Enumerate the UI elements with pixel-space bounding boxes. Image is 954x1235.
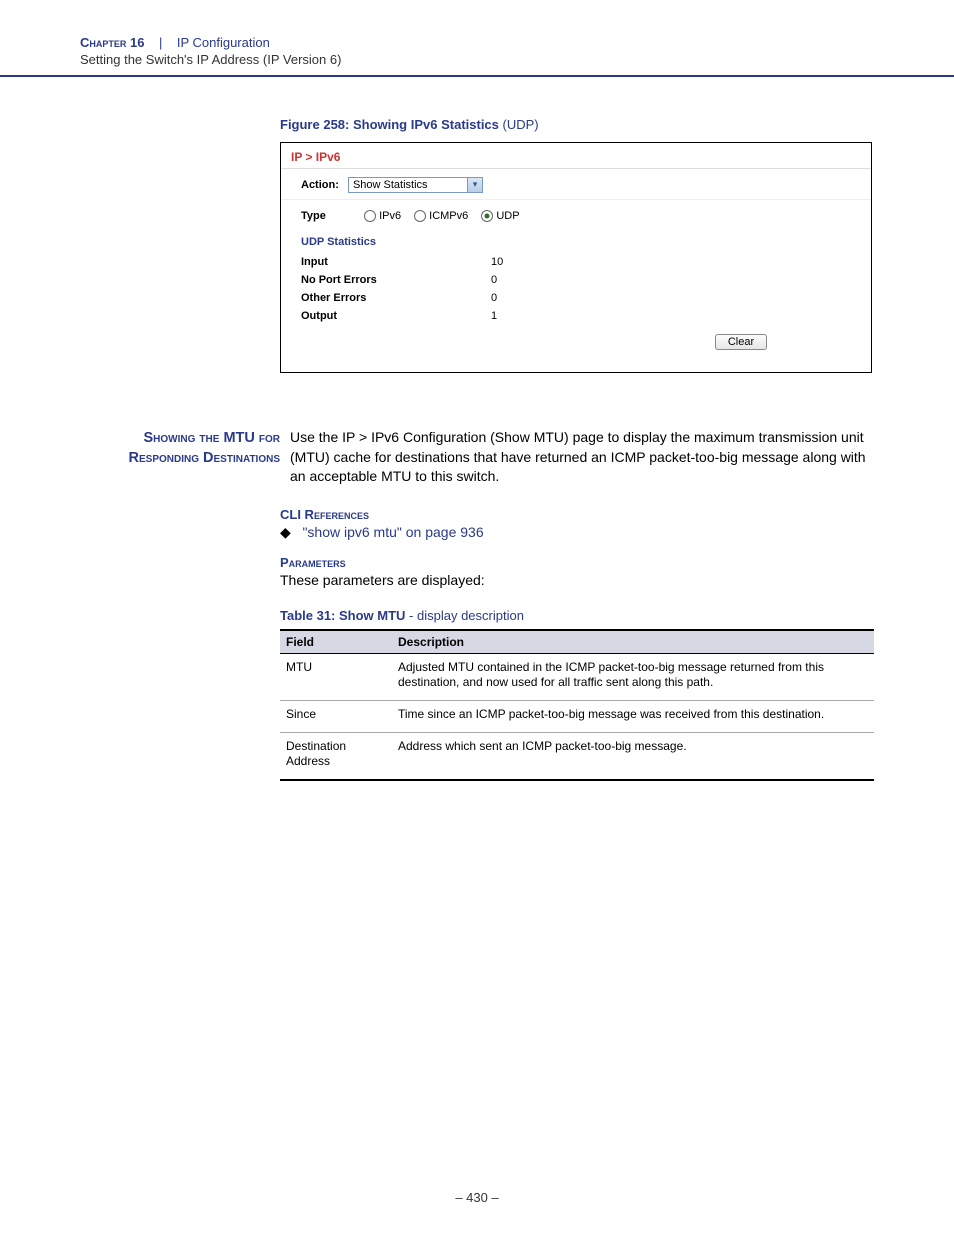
stat-row: Output1: [301, 310, 851, 322]
action-label: Action:: [301, 179, 339, 191]
page-number: – 430 –: [0, 1190, 954, 1205]
dropdown-icon[interactable]: ▾: [468, 177, 483, 193]
radio-ipv6[interactable]: [364, 210, 376, 222]
stats-section-title: UDP Statistics: [301, 236, 851, 248]
parameters-heading: Parameters: [280, 555, 874, 570]
breadcrumb: IP > IPv6: [291, 150, 340, 164]
chapter-title: IP Configuration: [177, 35, 270, 50]
table-row: Destination Address Address which sent a…: [280, 732, 874, 780]
cli-link[interactable]: "show ipv6 mtu" on page 936: [302, 524, 483, 540]
table-header-field: Field: [280, 630, 392, 654]
type-label: Type: [301, 210, 351, 222]
table-row: MTU Adjusted MTU contained in the ICMP p…: [280, 653, 874, 700]
action-select[interactable]: Show Statistics: [348, 177, 468, 193]
parameters-intro: These parameters are displayed:: [280, 572, 874, 588]
stat-row: Other Errors0: [301, 292, 851, 304]
stat-row: Input10: [301, 256, 851, 268]
table-header-desc: Description: [392, 630, 874, 654]
page-header: Chapter 16 | IP Configuration Setting th…: [0, 0, 954, 77]
radio-icmpv6[interactable]: [414, 210, 426, 222]
cli-references-heading: CLI References: [280, 507, 874, 522]
radio-udp[interactable]: [481, 210, 493, 222]
parameter-table: Field Description MTU Adjusted MTU conta…: [280, 629, 874, 781]
section-heading: Showing the MTU for Responding Destinati…: [80, 428, 290, 487]
screenshot-panel: IP > IPv6 Action: Show Statistics▾ Type …: [280, 142, 872, 373]
header-separator: [148, 35, 155, 50]
figure-caption: Figure 258: Showing IPv6 Statistics (UDP…: [280, 117, 874, 132]
chapter-label: Chapter 16: [80, 35, 144, 50]
chapter-subtitle: Setting the Switch's IP Address (IP Vers…: [80, 52, 874, 67]
stat-row: No Port Errors0: [301, 274, 851, 286]
table-caption: Table 31: Show MTU - display description: [280, 608, 874, 623]
bullet-icon: ◆: [280, 524, 299, 540]
table-row: Since Time since an ICMP packet-too-big …: [280, 700, 874, 732]
section-body: Use the IP > IPv6 Configuration (Show MT…: [290, 428, 874, 487]
clear-button[interactable]: Clear: [715, 334, 767, 350]
